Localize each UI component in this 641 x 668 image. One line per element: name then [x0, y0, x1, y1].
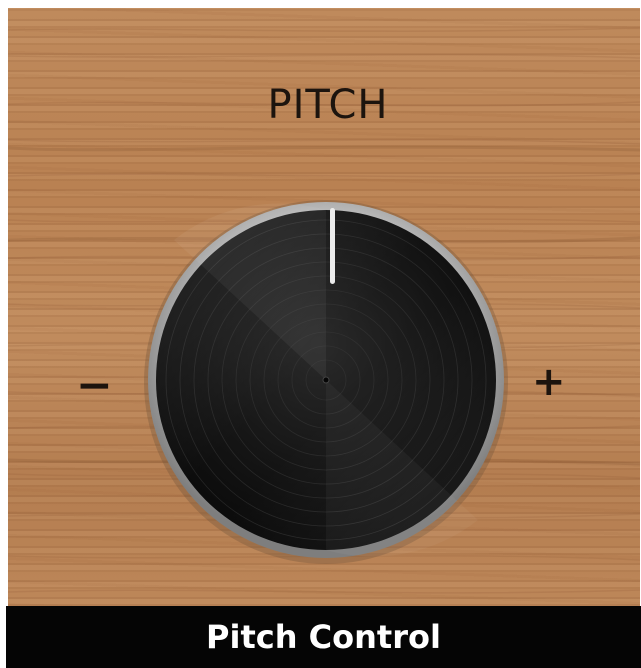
pitch-label: PITCH	[267, 82, 389, 128]
wood-panel: PITCH − +	[8, 8, 640, 606]
knob-indicator	[330, 208, 335, 284]
minus-symbol: −	[76, 360, 113, 411]
knob-center	[322, 376, 330, 384]
caption-text: Pitch Control	[206, 618, 441, 656]
caption-bar: Pitch Control	[6, 606, 641, 668]
photo-frame: PITCH − + Pitch Control	[0, 0, 641, 668]
pitch-knob[interactable]	[144, 200, 508, 564]
plus-symbol: +	[532, 359, 566, 405]
